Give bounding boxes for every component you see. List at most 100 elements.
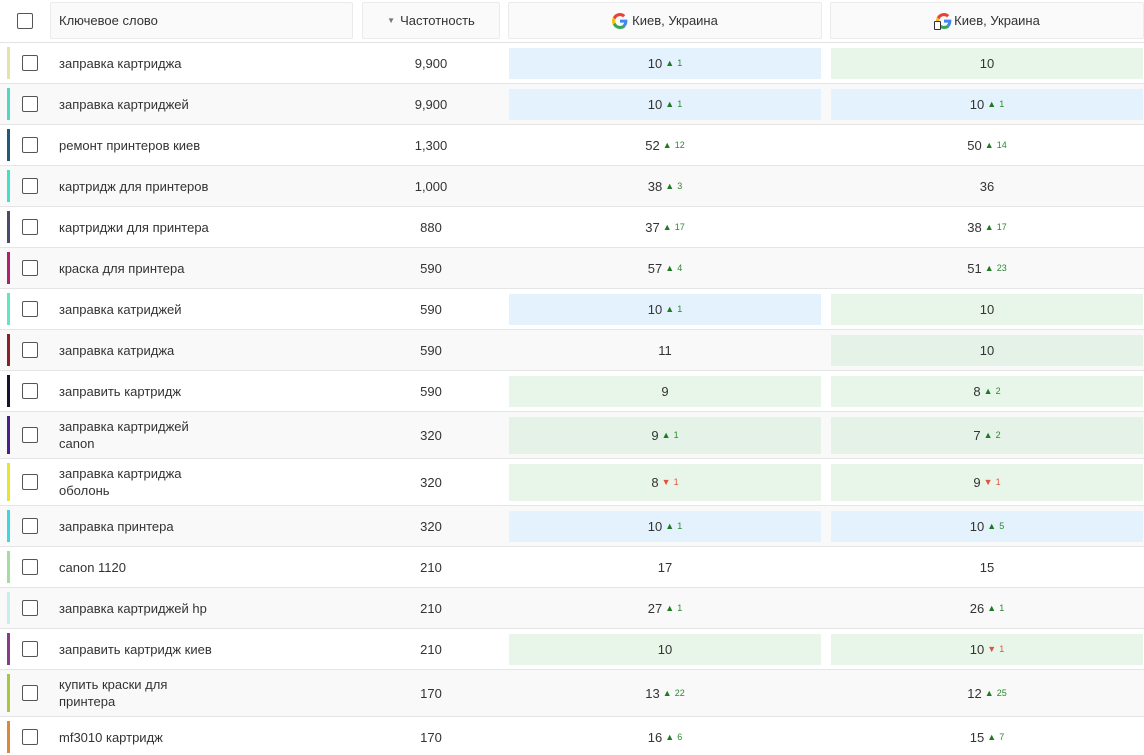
table-row[interactable]: заправка картриджа 9,900 10 ▲ 1 10 (0, 43, 1144, 84)
position-value: 11 (658, 342, 672, 358)
row-checkbox[interactable] (22, 518, 38, 534)
position-change-up: ▲ 2 (984, 430, 1001, 440)
position-change-value: 1 (999, 99, 1005, 109)
position-mobile-cell: 10 (830, 330, 1144, 370)
table-row[interactable]: заправить картридж 590 9 8 ▲ 2 (0, 371, 1144, 412)
position-change-value: 7 (999, 732, 1005, 742)
position-desktop-cell: 11 (508, 330, 822, 370)
position-value: 8 (651, 474, 659, 490)
position-value: 10 (979, 55, 995, 71)
frequency-cell: 590 (420, 342, 442, 358)
row-checkbox[interactable] (22, 600, 38, 616)
frequency-cell: 9,900 (414, 55, 448, 71)
table-row[interactable]: canon 1120 210 17 15 (0, 547, 1144, 588)
arrow-up-icon: ▲ (662, 222, 672, 232)
position-mobile-cell: 10 (830, 289, 1144, 329)
table-row[interactable]: заправка катриджей 590 10 ▲ 1 10 (0, 289, 1144, 330)
select-all-checkbox[interactable] (17, 13, 33, 29)
column-location-desktop[interactable]: Киев, Украина (508, 2, 822, 39)
arrow-up-icon: ▲ (661, 430, 671, 440)
position-change-up: ▲ 25 (985, 688, 1007, 698)
arrow-up-icon: ▲ (665, 732, 675, 742)
row-checkbox[interactable] (22, 427, 38, 443)
table-row[interactable]: заправка картриджей hp 210 27 ▲ 1 26 ▲ 1 (0, 588, 1144, 629)
position-box: 38 ▲ 17 (831, 212, 1143, 243)
row-checkbox[interactable] (22, 474, 38, 490)
table-row[interactable]: картриджи для принтера 880 37 ▲ 17 38 ▲ 17 (0, 207, 1144, 248)
google-icon (612, 12, 630, 29)
table-row[interactable]: картридж для принтеров 1,000 38 ▲ 3 36 (0, 166, 1144, 207)
position-box: 50 ▲ 14 (831, 130, 1143, 161)
row-checkbox[interactable] (22, 178, 38, 194)
table-row[interactable]: купить краски для принтера 170 13 ▲ 22 12 ▲ 25 (0, 670, 1144, 717)
position-box: 38 ▲ 3 (509, 171, 821, 202)
keyword-cell: заправить картридж (50, 371, 353, 411)
table-header: Ключевое слово ▼ Частотность Киев, Украи… (0, 0, 1144, 43)
position-box: 9 ▲ 1 (509, 416, 821, 454)
row-checkbox[interactable] (22, 55, 38, 71)
position-change-value: 1 (677, 58, 683, 68)
keyword-color-marker (7, 416, 10, 454)
position-change-value: 22 (674, 688, 685, 698)
row-checkbox[interactable] (22, 96, 38, 112)
keyword-text: заправка катриджей (59, 301, 182, 317)
position-box: 9 (509, 375, 821, 407)
column-location-mobile-label: Киев, Украина (954, 13, 1040, 28)
frequency-cell: 1,300 (414, 137, 448, 153)
row-checkbox[interactable] (22, 641, 38, 657)
position-value: 10 (657, 641, 673, 657)
keyword-cell: купить краски для принтера (50, 670, 353, 716)
position-change-value: 6 (677, 732, 683, 742)
row-checkbox[interactable] (22, 383, 38, 399)
position-change-value: 14 (996, 140, 1007, 150)
position-change-value: 23 (996, 263, 1007, 273)
position-value: 50 (967, 137, 982, 153)
row-checkbox[interactable] (22, 219, 38, 235)
position-change-down: ▼ 1 (987, 644, 1004, 654)
table-row[interactable]: краска для принтера 590 57 ▲ 4 51 ▲ 23 (0, 248, 1144, 289)
keyword-cell: заправка принтера (50, 506, 353, 546)
keyword-text: ремонт принтеров киев (59, 137, 201, 153)
table-row[interactable]: заправка картриджей canon 320 9 ▲ 1 7 ▲ 2 (0, 412, 1144, 459)
google-mobile-icon (934, 12, 952, 30)
table-row[interactable]: mf3010 картридж 170 16 ▲ 6 15 ▲ 7 (0, 717, 1144, 755)
column-frequency[interactable]: ▼ Частотность (362, 2, 500, 39)
row-checkbox[interactable] (22, 137, 38, 153)
position-value: 16 (647, 729, 663, 745)
column-keyword[interactable]: Ключевое слово (50, 2, 353, 39)
table-row[interactable]: заправка принтера 320 10 ▲ 1 10 ▲ 5 (0, 506, 1144, 547)
column-location-mobile[interactable]: Киев, Украина (830, 2, 1144, 39)
position-box: 11 (509, 335, 821, 366)
keyword-text: заправка принтера (59, 518, 174, 534)
row-checkbox[interactable] (22, 559, 38, 575)
table-row[interactable]: заправка картриджа оболонь 320 8 ▼ 1 9 ▼ 1 (0, 459, 1144, 506)
position-box: 10 ▲ 1 (831, 88, 1143, 120)
arrow-up-icon: ▲ (665, 58, 675, 68)
keyword-text: заправить картридж киев (59, 641, 212, 657)
table-row[interactable]: заправка картриджей 9,900 10 ▲ 1 10 ▲ 1 (0, 84, 1144, 125)
position-value: 7 (973, 427, 981, 443)
row-checkbox[interactable] (22, 685, 38, 701)
table-row[interactable]: ремонт принтеров киев 1,300 52 ▲ 12 50 ▲ 14 (0, 125, 1144, 166)
row-checkbox[interactable] (22, 301, 38, 317)
keyword-color-marker (7, 592, 10, 624)
table-row[interactable]: заправка катриджа 590 11 10 (0, 330, 1144, 371)
arrow-up-icon: ▲ (983, 430, 993, 440)
position-mobile-cell: 10 ▲ 1 (830, 84, 1144, 124)
keyword-color-marker (7, 463, 10, 501)
header-select-all[interactable] (0, 0, 50, 42)
row-checkbox[interactable] (22, 260, 38, 276)
position-mobile-cell: 8 ▲ 2 (830, 371, 1144, 411)
position-box: 8 ▼ 1 (509, 463, 821, 501)
position-change-up: ▲ 6 (665, 732, 682, 742)
position-value: 26 (969, 600, 985, 616)
arrow-down-icon: ▼ (661, 477, 671, 487)
row-checkbox[interactable] (22, 342, 38, 358)
sort-desc-icon: ▼ (387, 16, 396, 25)
arrow-up-icon: ▲ (987, 732, 997, 742)
row-checkbox[interactable] (22, 729, 38, 745)
position-change-value: 1 (999, 644, 1005, 654)
keyword-cell: картриджи для принтера (50, 207, 353, 247)
position-box: 10 ▲ 1 (509, 293, 821, 325)
table-row[interactable]: заправить картридж киев 210 10 10 ▼ 1 (0, 629, 1144, 670)
